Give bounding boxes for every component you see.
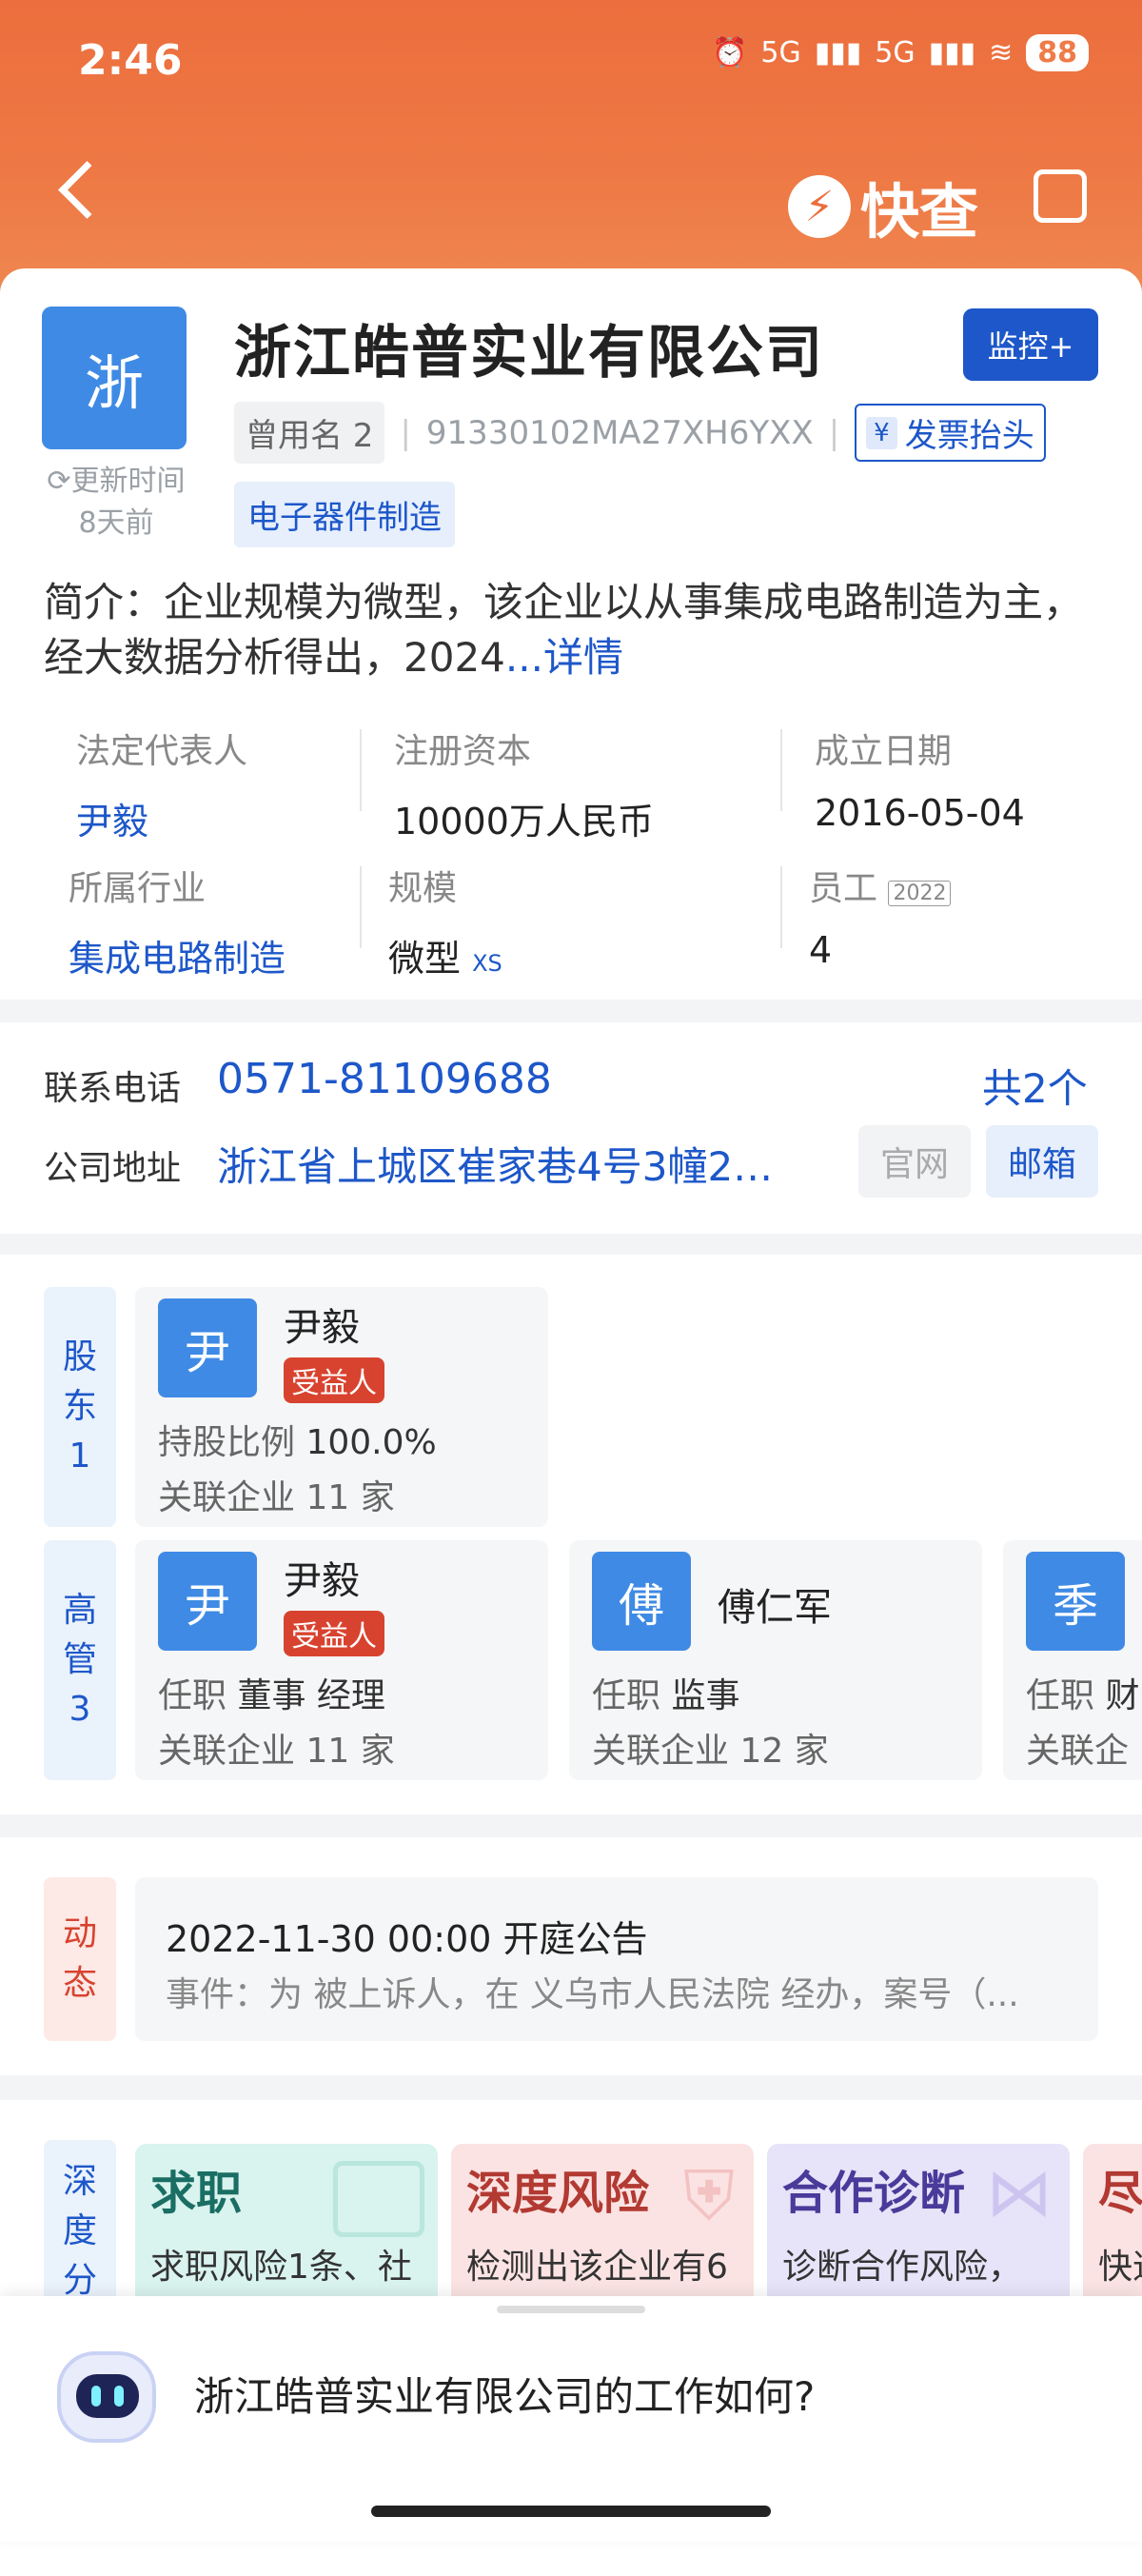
shield-icon: ⛨ (682, 2155, 735, 2235)
scale-badge: XS (472, 950, 502, 977)
related-companies: 关联企业 11 家 (158, 1478, 395, 1517)
robot-eye (114, 2386, 124, 2407)
beneficiary-badge: 受益人 (284, 1357, 384, 1403)
founded-cell: 成立日期 2016-05-04 (815, 732, 1025, 834)
website-button[interactable]: 官网 (858, 1125, 971, 1198)
staff-year-badge: 2022 (888, 881, 952, 906)
related-companies: 关联企业 11 家 (158, 1732, 395, 1771)
email-button[interactable]: 邮箱 (986, 1125, 1098, 1198)
executive-role: 任职 监事 (592, 1676, 740, 1715)
company-logo: 浙 (42, 307, 187, 449)
refresh-icon: ⟳ (47, 465, 71, 498)
address-link[interactable]: 浙江省上城区崔家巷4号3幢2… (217, 1135, 773, 1193)
network-label-1: 5G (760, 36, 801, 69)
company-tags: 曾用名 2 | 91330102MA27XH6YXX | ¥ 发票抬头 (234, 402, 1046, 464)
robot-face (76, 2374, 139, 2418)
former-name-tag[interactable]: 曾用名 2 (234, 402, 385, 464)
status-time: 2:46 (78, 36, 183, 85)
scale-cell: 规模 微型 XS (388, 869, 502, 980)
brand-name: 快查 (860, 177, 979, 247)
avatar: 傅 (592, 1552, 691, 1651)
share-nodes-icon: ⋈ (986, 2153, 1053, 2231)
phone-label: 联系电话 (44, 1069, 182, 1108)
monitor-button[interactable]: 监控+ (963, 308, 1098, 381)
status-bar-icons: ⏰ 5G ▮▮▮ 5G ▮▮▮ ≋ 88 (712, 34, 1089, 71)
intro-more-link[interactable]: ...详情 (505, 634, 623, 681)
shareholder-name: 尹毅 (284, 1306, 360, 1350)
invoice-label: 发票抬头 (904, 417, 1034, 455)
news-title: 2022-11-30 00:00 开庭公告 (166, 1918, 648, 1960)
network-label-2: 5G (875, 36, 916, 69)
yen-icon: ¥ (866, 416, 897, 449)
executives-side-tab[interactable]: 高管3 (44, 1540, 116, 1780)
feature-due-diligence[interactable]: 尽 快速 (1083, 2144, 1142, 2306)
executive-card[interactable]: 季 任职 财 关联企 (1003, 1540, 1142, 1780)
phone-count-link[interactable]: 共2个 (982, 1057, 1088, 1115)
wifi-icon: ≋ (989, 36, 1014, 69)
executive-name: 傅仁军 (718, 1586, 832, 1630)
drag-handle[interactable] (497, 2306, 645, 2313)
company-name: 浙江皓普实业有限公司 (234, 320, 824, 386)
executive-name: 尹毅 (284, 1559, 360, 1603)
company-intro: 简介：企业规模为微型，该企业以从事集成电路制造为主，经大数据分析得出，2024.… (44, 579, 1084, 681)
capital-cell: 注册资本 10000万人民币 (394, 732, 654, 842)
executive-role: 任职 财 (1026, 1676, 1140, 1715)
share-icon[interactable] (1034, 169, 1087, 223)
home-indicator[interactable] (371, 2506, 771, 2517)
signal-icon-2: ▮▮▮ (928, 36, 976, 69)
deep-side-tab[interactable]: 深度分 (44, 2140, 116, 2311)
shareholding-ratio: 持股比例 100.0% (158, 1423, 437, 1462)
staff-cell: 员工 2022 4 (809, 861, 952, 971)
avatar: 季 (1026, 1552, 1125, 1651)
industry-tag[interactable]: 电子器件制造 (234, 482, 455, 547)
related-companies: 关联企业 12 家 (592, 1732, 829, 1771)
avatar: 尹 (158, 1552, 257, 1651)
feature-cooperation[interactable]: 合作诊断 诊断合作风险， ⋈ (767, 2144, 1070, 2306)
alarm-icon: ⏰ (712, 36, 748, 69)
phone-link[interactable]: 0571-81109688 (217, 1055, 552, 1103)
related-companies: 关联企 (1026, 1732, 1130, 1771)
news-side-tab[interactable]: 动态 (44, 1877, 116, 2041)
shareholders-side-tab[interactable]: 股东1 (44, 1287, 116, 1527)
legal-rep-cell: 法定代表人 尹毅 (76, 732, 248, 844)
briefcase-icon (333, 2161, 424, 2237)
robot-eye (91, 2386, 101, 2407)
update-time: ⟳更新时间 8天前 (47, 465, 186, 540)
contact-card (0, 1022, 1142, 1234)
feature-deep-risk[interactable]: 深度风险 检测出该企业有6 ⛨ (451, 2144, 754, 2306)
battery-indicator: 88 (1026, 34, 1089, 71)
signal-icon: ▮▮▮ (814, 36, 862, 69)
divider: | (400, 413, 411, 452)
assistant-question[interactable]: 浙江皓普实业有限公司的工作如何? (194, 2365, 815, 2423)
divider: | (828, 413, 840, 452)
industry-link[interactable]: 集成电路制造 (69, 929, 286, 981)
avatar: 尹 (158, 1298, 257, 1397)
legal-rep-link[interactable]: 尹毅 (76, 792, 247, 844)
industry-cell: 所属行业 集成电路制造 (69, 869, 286, 981)
brand-logo: ⚡ 快查 (788, 164, 978, 249)
beneficiary-badge: 受益人 (284, 1611, 384, 1656)
address-label: 公司地址 (44, 1149, 182, 1188)
news-detail: 事件：为 被上诉人，在 义乌市人民法院 经办，案号（... (166, 1975, 1019, 2014)
invoice-button[interactable]: ¥ 发票抬头 (855, 404, 1046, 462)
info-grid: 法定代表人 尹毅 注册资本 10000万人民币 成立日期 2016-05-04 … (44, 723, 1100, 981)
credit-code[interactable]: 91330102MA27XH6YXX (426, 414, 814, 452)
bolt-icon: ⚡ (788, 175, 851, 238)
feature-job[interactable]: 求职 求职风险1条、社 (135, 2144, 438, 2306)
executive-role: 任职 董事 经理 (158, 1676, 385, 1715)
